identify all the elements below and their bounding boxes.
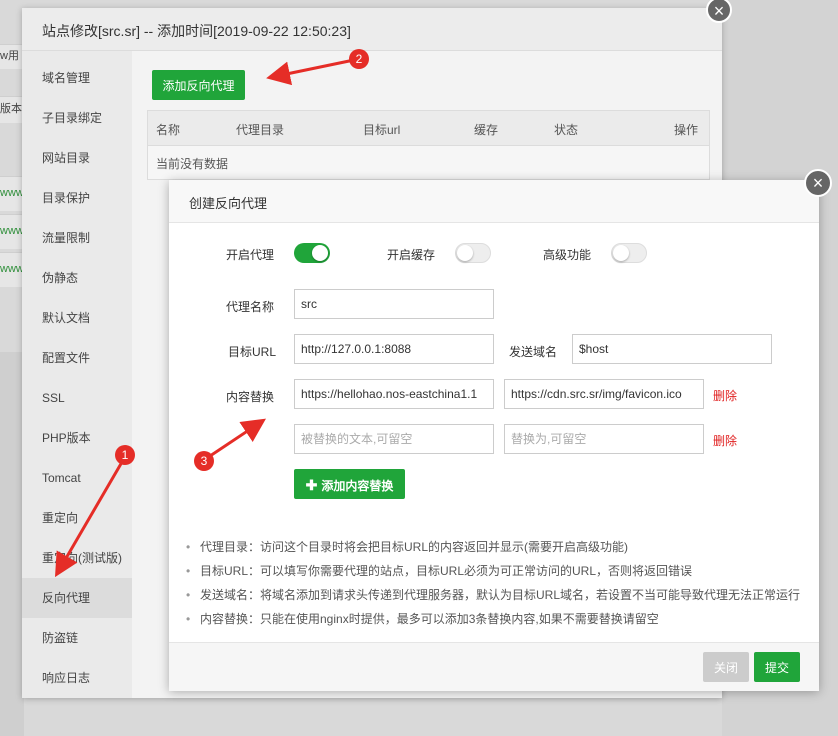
arrow-2: [266, 58, 355, 86]
arrow-1: [54, 461, 124, 578]
arrow-3: [209, 418, 266, 458]
annotation-badge: 2: [349, 49, 369, 69]
annotation-badge: 3: [194, 451, 214, 471]
annotation-arrows: [54, 58, 355, 578]
annotation-badge: 1: [115, 445, 135, 465]
